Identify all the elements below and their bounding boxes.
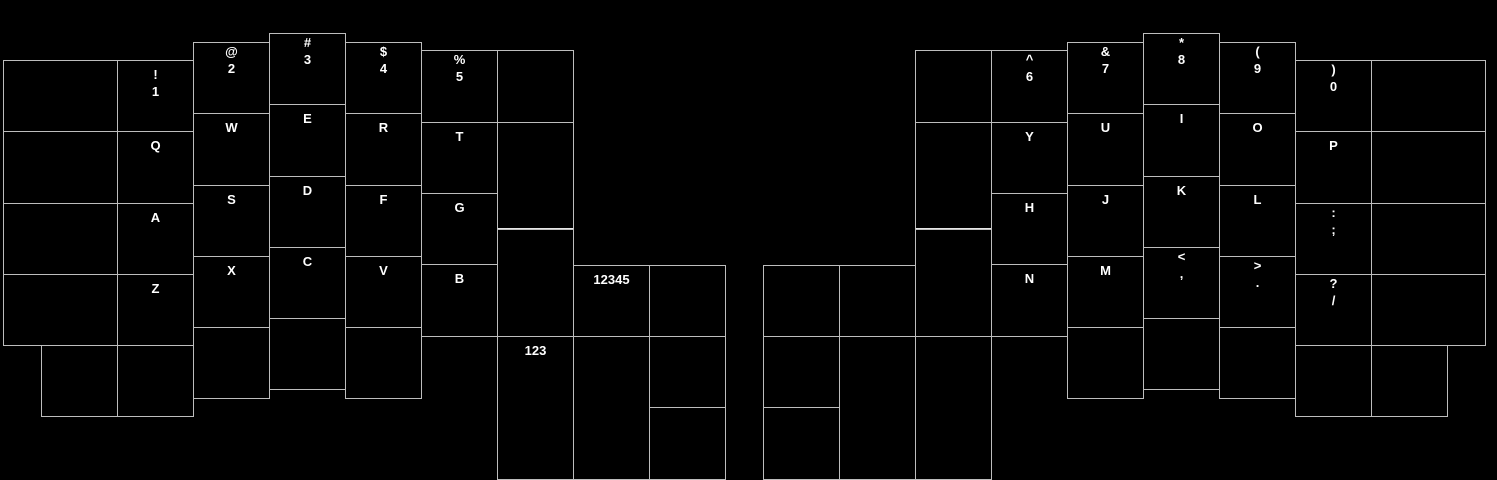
key-n[interactable]: N bbox=[991, 264, 1068, 337]
key-right-outer-1[interactable] bbox=[1371, 60, 1486, 132]
key-right-thumb-tall-1[interactable] bbox=[839, 336, 916, 480]
key-m[interactable]: M bbox=[1067, 256, 1144, 328]
key-right-thumb-top-left[interactable] bbox=[763, 265, 840, 337]
key-right-pinky-bottom[interactable] bbox=[1295, 345, 1372, 417]
key-right-thumb-top-mid[interactable] bbox=[839, 265, 916, 337]
key-i[interactable]: I bbox=[1143, 104, 1220, 177]
key-8[interactable]: * 8 bbox=[1143, 33, 1220, 105]
key-slash[interactable]: ? / bbox=[1295, 274, 1372, 346]
key-0[interactable]: ) 0 bbox=[1295, 60, 1372, 132]
key-right-thumb-mid-left[interactable] bbox=[763, 336, 840, 408]
key-k[interactable]: K bbox=[1143, 176, 1220, 248]
right-half: ^ 6 Y H N & 7 U J M * 8 I K < , ( 9 O L … bbox=[0, 0, 1497, 480]
key-u[interactable]: U bbox=[1067, 113, 1144, 186]
key-right-extra-2[interactable] bbox=[915, 122, 992, 230]
key-h[interactable]: H bbox=[991, 193, 1068, 265]
key-7[interactable]: & 7 bbox=[1067, 42, 1144, 114]
key-y[interactable]: Y bbox=[991, 122, 1068, 194]
key-right-thumb-tall-2[interactable] bbox=[915, 336, 992, 480]
key-right-index-bottom[interactable] bbox=[1067, 327, 1144, 399]
key-l[interactable]: L bbox=[1219, 185, 1296, 257]
key-right-extra-1[interactable] bbox=[915, 50, 992, 123]
key-right-ring-bottom[interactable] bbox=[1219, 327, 1296, 399]
key-right-extra-3[interactable] bbox=[915, 229, 992, 337]
key-semicolon[interactable]: : ; bbox=[1295, 203, 1372, 275]
key-comma[interactable]: < , bbox=[1143, 247, 1220, 319]
key-j[interactable]: J bbox=[1067, 185, 1144, 257]
key-right-outer-4[interactable] bbox=[1371, 274, 1486, 346]
key-period[interactable]: > . bbox=[1219, 256, 1296, 328]
split-keyboard-diagram: ! 1 Q A Z @ 2 W S X # 3 E D C $ 4 R F V … bbox=[0, 0, 1497, 480]
key-right-thumb-bottom-left[interactable] bbox=[763, 407, 840, 480]
key-o[interactable]: O bbox=[1219, 113, 1296, 186]
key-p[interactable]: P bbox=[1295, 131, 1372, 204]
key-9[interactable]: ( 9 bbox=[1219, 42, 1296, 114]
key-right-middle-bottom[interactable] bbox=[1143, 318, 1220, 390]
key-right-outer-2[interactable] bbox=[1371, 131, 1486, 204]
key-right-outer-5[interactable] bbox=[1371, 345, 1448, 417]
key-6[interactable]: ^ 6 bbox=[991, 50, 1068, 123]
key-right-outer-3[interactable] bbox=[1371, 203, 1486, 275]
